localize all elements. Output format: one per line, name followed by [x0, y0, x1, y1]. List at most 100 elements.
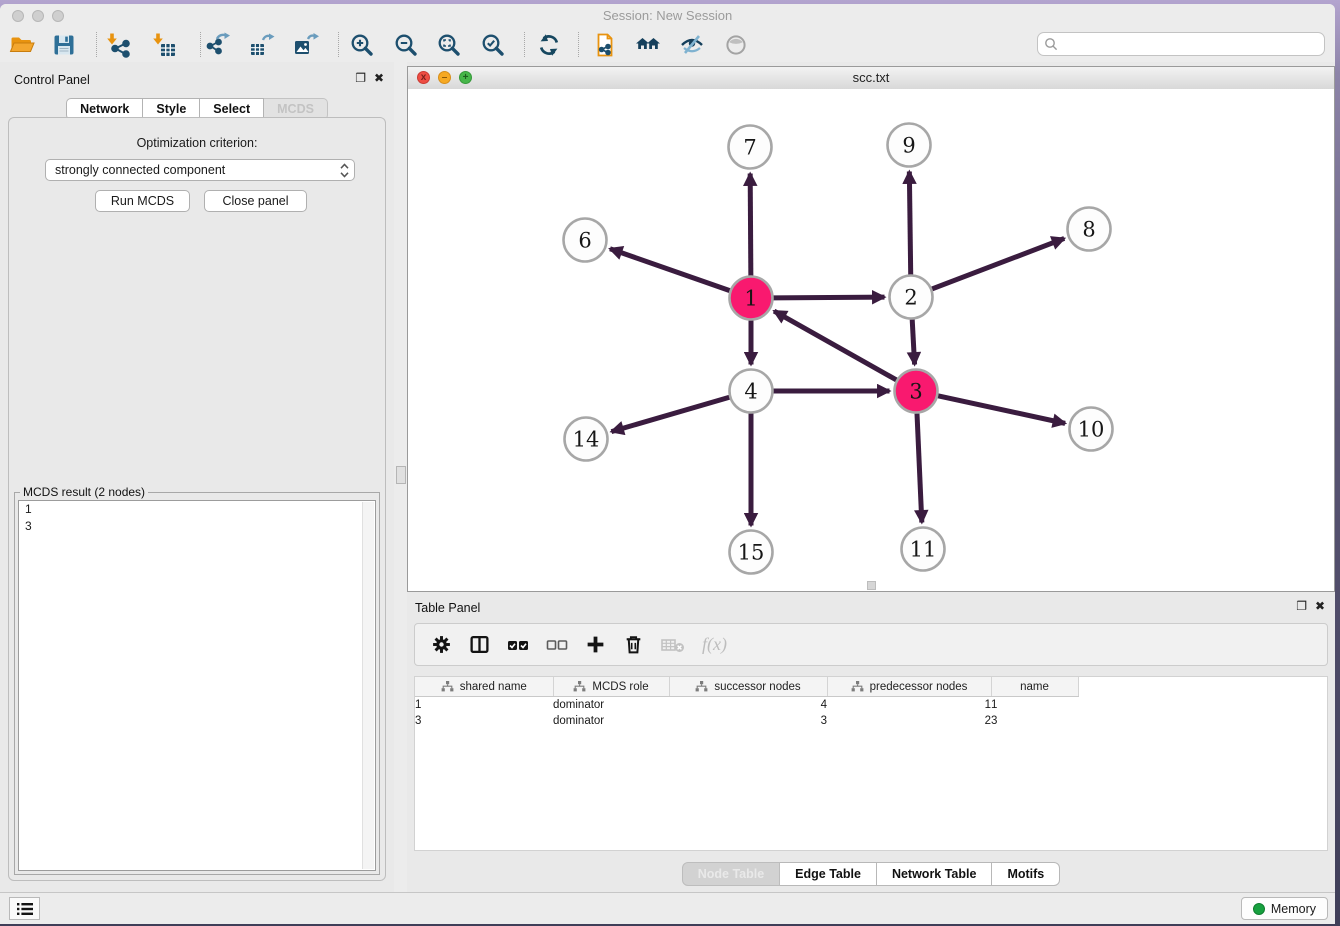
result-scrollbar[interactable]: [362, 502, 374, 869]
content-area: Control Panel ❐ ✖ Network Style Select M…: [0, 62, 1335, 893]
svg-text:14: 14: [573, 428, 600, 452]
mcds-result-group: MCDS result (2 nodes) 13: [14, 492, 380, 875]
zoom-fit-icon[interactable]: [435, 31, 463, 59]
graph-edge-3-11[interactable]: [917, 413, 922, 522]
graph-edge-4-14[interactable]: [611, 397, 729, 431]
control-panel-title: Control Panel: [14, 73, 90, 87]
search-input[interactable]: [1062, 36, 1318, 52]
graph-node-1[interactable]: 1: [730, 277, 773, 320]
column-header-MCDS-role[interactable]: MCDS role: [553, 677, 669, 697]
column-header-name[interactable]: name: [991, 677, 1078, 697]
main-toolbar: [0, 28, 1335, 63]
graph-node-8[interactable]: 8: [1068, 208, 1111, 251]
export-network-icon[interactable]: [204, 31, 232, 59]
criterion-dropdown[interactable]: strongly connected component: [45, 159, 355, 181]
table-cell[interactable]: 3: [669, 713, 827, 729]
zoom-selected-icon[interactable]: [479, 31, 507, 59]
float-panel-icon[interactable]: ❐: [355, 72, 366, 84]
delete-table-icon: [661, 635, 685, 655]
graph-node-11[interactable]: 11: [902, 528, 945, 571]
table-row[interactable]: 1dominator411: [415, 697, 1078, 714]
graph-node-9[interactable]: 9: [888, 124, 931, 167]
select-all-rows-icon[interactable]: [507, 635, 529, 655]
splitter-handle[interactable]: [396, 466, 406, 484]
save-session-icon[interactable]: [50, 31, 78, 59]
table-cell[interactable]: 1: [827, 697, 991, 714]
tab-edge-table[interactable]: Edge Table: [780, 862, 877, 886]
graph-edge-2-8[interactable]: [932, 238, 1064, 289]
mcds-result-item[interactable]: 3: [19, 518, 375, 535]
float-table-panel-icon[interactable]: ❐: [1296, 600, 1307, 612]
tab-node-table[interactable]: Node Table: [682, 862, 780, 886]
table-panel: Table Panel ❐ ✖: [407, 595, 1335, 893]
graph-edge-3-1[interactable]: [774, 311, 896, 380]
graph-edge-1-6[interactable]: [610, 249, 730, 291]
app-window: Session: New Session: [0, 4, 1335, 924]
graph-node-3[interactable]: 3: [895, 370, 938, 413]
close-panel-button[interactable]: Close panel: [204, 190, 307, 212]
table-cell[interactable]: dominator: [553, 713, 669, 729]
status-bar: Memory: [0, 892, 1335, 924]
run-mcds-button[interactable]: Run MCDS: [95, 190, 190, 212]
table-cell[interactable]: 1: [415, 697, 553, 714]
column-header-shared-name[interactable]: shared name: [415, 677, 553, 697]
search-box[interactable]: [1037, 32, 1325, 56]
network-view-frame: x – + scc.txt 7 9 6 8 1 2 4 3 14 10 15 11: [407, 66, 1335, 592]
column-header-predecessor-nodes[interactable]: predecessor nodes: [827, 677, 991, 697]
graph-node-15[interactable]: 15: [730, 531, 773, 574]
open-session-icon[interactable]: [8, 31, 36, 59]
hide-selected-icon[interactable]: [678, 31, 706, 59]
graph-edge-2-9[interactable]: [909, 171, 910, 274]
tab-motifs[interactable]: Motifs: [992, 862, 1060, 886]
network-canvas[interactable]: 7 9 6 8 1 2 4 3 14 10 15 11: [408, 89, 1334, 591]
graph-edge-2-3[interactable]: [912, 319, 914, 364]
first-neighbors-icon[interactable]: [634, 31, 662, 59]
table-cell[interactable]: 2: [827, 713, 991, 729]
import-network-icon[interactable]: [104, 31, 132, 59]
canvas-resize-handle[interactable]: [867, 581, 876, 590]
deselect-all-rows-icon[interactable]: [546, 635, 568, 655]
add-column-icon[interactable]: [585, 634, 606, 655]
settings-gear-icon[interactable]: [431, 634, 452, 655]
column-tree-icon: [695, 681, 708, 692]
zoom-out-icon[interactable]: [392, 31, 420, 59]
control-panel: Control Panel ❐ ✖ Network Style Select M…: [0, 62, 394, 893]
graph-node-2[interactable]: 2: [890, 276, 933, 319]
table-cell[interactable]: dominator: [553, 697, 669, 714]
show-all-icon[interactable]: [722, 31, 750, 59]
vertical-splitter[interactable]: [394, 62, 407, 893]
graph-edge-3-10[interactable]: [938, 396, 1065, 424]
mcds-result-list[interactable]: 13: [18, 500, 376, 871]
table-cell[interactable]: 3: [415, 713, 553, 729]
graph-edge-1-2[interactable]: [773, 297, 884, 298]
delete-column-icon[interactable]: [623, 634, 644, 655]
zoom-in-icon[interactable]: [348, 31, 376, 59]
close-table-panel-icon[interactable]: ✖: [1315, 600, 1325, 612]
table-panel-title: Table Panel: [415, 601, 480, 615]
graph-node-14[interactable]: 14: [565, 418, 608, 461]
memory-button[interactable]: Memory: [1241, 897, 1328, 920]
graph-node-10[interactable]: 10: [1070, 408, 1113, 451]
column-layout-icon[interactable]: [469, 634, 490, 655]
table-cell[interactable]: 3: [991, 713, 1078, 729]
table-row[interactable]: 3dominator323: [415, 713, 1078, 729]
table-cell[interactable]: 1: [991, 697, 1078, 714]
mcds-result-item[interactable]: 1: [19, 501, 375, 518]
close-panel-icon[interactable]: ✖: [374, 72, 384, 84]
tab-network-table[interactable]: Network Table: [877, 862, 993, 886]
refresh-view-icon[interactable]: [535, 31, 563, 59]
graph-node-4[interactable]: 4: [730, 370, 773, 413]
clone-network-icon[interactable]: [591, 31, 619, 59]
network-frame-titlebar: x – + scc.txt: [408, 67, 1334, 90]
column-header-successor-nodes[interactable]: successor nodes: [669, 677, 827, 697]
graph-node-6[interactable]: 6: [564, 219, 607, 262]
svg-text:2: 2: [904, 286, 917, 310]
graph-edge-1-7[interactable]: [750, 173, 751, 275]
graph-node-7[interactable]: 7: [729, 126, 772, 169]
export-table-icon[interactable]: [248, 31, 276, 59]
dropdown-stepper-icon: [340, 163, 349, 178]
export-image-icon[interactable]: [292, 31, 320, 59]
task-history-button[interactable]: [9, 897, 40, 920]
table-cell[interactable]: 4: [669, 697, 827, 714]
import-table-icon[interactable]: [150, 31, 178, 59]
